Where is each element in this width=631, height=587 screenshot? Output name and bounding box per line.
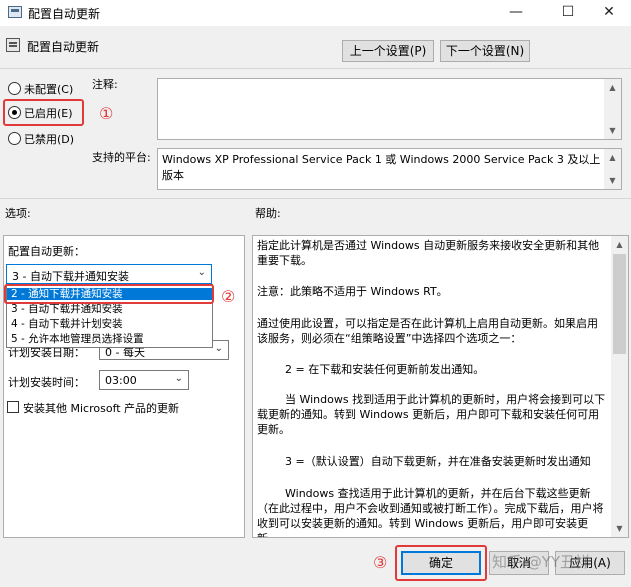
- section-divider: [0, 198, 631, 199]
- annotation-marker-2: ②: [221, 287, 236, 306]
- scroll-thumb[interactable]: [613, 254, 626, 354]
- configure-update-select[interactable]: 3 - 自动下载并通知安装 ⌄: [6, 264, 212, 284]
- close-button[interactable]: ✕: [586, 0, 631, 26]
- ok-button[interactable]: 确定: [401, 551, 481, 575]
- not-configured-label[interactable]: 未配置(C): [24, 81, 73, 97]
- dropdown-item[interactable]: 4 - 自动下载并计划安装: [7, 318, 212, 330]
- header-divider: [0, 68, 631, 69]
- watermark: 知乎 @YY丑祥: [492, 553, 591, 571]
- policy-icon: [8, 6, 22, 18]
- configure-update-label: 配置自动更新：: [8, 245, 85, 258]
- help-panel: 指定此计算机是否通过 Windows 自动更新服务来接收安全更新和其他重要下载。…: [252, 235, 629, 538]
- help-paragraph: 通过使用此设置，可以指定是否在此计算机上启用自动更新。如果启用该服务，则必须在“…: [257, 317, 598, 345]
- help-paragraph: 2 = 在下载和安装任何更新前发出通知。: [285, 363, 485, 376]
- schedule-time-value: 03:00: [105, 374, 137, 387]
- disabled-radio[interactable]: [8, 132, 21, 145]
- minimize-button[interactable]: —: [493, 0, 539, 26]
- annotation-box-2: [4, 284, 214, 304]
- platform-label: 支持的平台:: [92, 151, 151, 164]
- install-other-checkbox[interactable]: [7, 401, 19, 413]
- platform-scrollbar[interactable]: ▲ ▼: [604, 149, 621, 189]
- annotation-marker-3: ③: [373, 553, 388, 572]
- disabled-label[interactable]: 已禁用(D): [24, 131, 74, 147]
- setting-icon: [6, 38, 20, 52]
- comment-scrollbar[interactable]: ▲ ▼: [604, 79, 621, 139]
- scroll-down-icon[interactable]: ▼: [611, 520, 628, 537]
- enabled-radio[interactable]: [8, 106, 21, 119]
- maximize-button[interactable]: ☐: [545, 0, 591, 26]
- platform-value: Windows XP Professional Service Pack 1 或…: [162, 153, 601, 182]
- annotation-marker-1: ①: [99, 104, 114, 123]
- setting-title: 配置自动更新: [27, 40, 100, 54]
- scroll-up-icon[interactable]: ▲: [611, 236, 628, 253]
- scroll-up-icon[interactable]: ▲: [604, 149, 621, 166]
- comment-label: 注释:: [92, 78, 118, 91]
- install-other-label[interactable]: 安装其他 Microsoft 产品的更新: [23, 400, 179, 416]
- help-paragraph: Windows 查找适用于此计算机的更新，并在后台下载这些更新（在此过程中，用户…: [257, 487, 604, 537]
- help-scrollbar[interactable]: ▲ ▼: [611, 236, 628, 537]
- help-paragraph: 当 Windows 找到适用于此计算机的更新时，用户将会接到可以下载更新的通知。…: [257, 393, 606, 436]
- configure-update-value: 3 - 自动下载并通知安装: [12, 270, 129, 283]
- help-paragraph: 注意：此策略不适用于 Windows RT。: [257, 285, 448, 298]
- chevron-down-icon[interactable]: ⌄: [215, 343, 223, 354]
- title-bar: 配置自动更新 — ☐ ✕: [0, 0, 631, 26]
- help-paragraph: 指定此计算机是否通过 Windows 自动更新服务来接收安全更新和其他重要下载。: [257, 239, 600, 267]
- scroll-down-icon[interactable]: ▼: [604, 122, 621, 139]
- previous-setting-button[interactable]: 上一个设置(P): [342, 40, 434, 62]
- not-configured-radio[interactable]: [8, 82, 21, 95]
- options-label: 选项:: [5, 207, 31, 220]
- platform-field: Windows XP Professional Service Pack 1 或…: [157, 148, 622, 190]
- scroll-down-icon[interactable]: ▼: [604, 172, 621, 189]
- dropdown-item[interactable]: 5 - 允许本地管理员选择设置: [7, 333, 212, 345]
- dropdown-item[interactable]: 3 - 自动下载并通知安装: [7, 303, 212, 315]
- schedule-time-label: 计划安装时间：: [8, 376, 85, 389]
- chevron-down-icon[interactable]: ⌄: [198, 267, 206, 278]
- enabled-label[interactable]: 已启用(E): [24, 105, 73, 121]
- help-label: 帮助:: [255, 207, 281, 220]
- schedule-time-select[interactable]: 03:00 ⌄: [99, 370, 189, 390]
- window-title: 配置自动更新: [28, 7, 101, 21]
- help-paragraph: 3 =（默认设置）自动下载更新，并在准备安装更新时发出通知: [285, 455, 591, 468]
- comment-field[interactable]: ▲ ▼: [157, 78, 622, 140]
- next-setting-button[interactable]: 下一个设置(N): [440, 40, 530, 62]
- chevron-down-icon[interactable]: ⌄: [175, 373, 183, 384]
- scroll-up-icon[interactable]: ▲: [604, 79, 621, 96]
